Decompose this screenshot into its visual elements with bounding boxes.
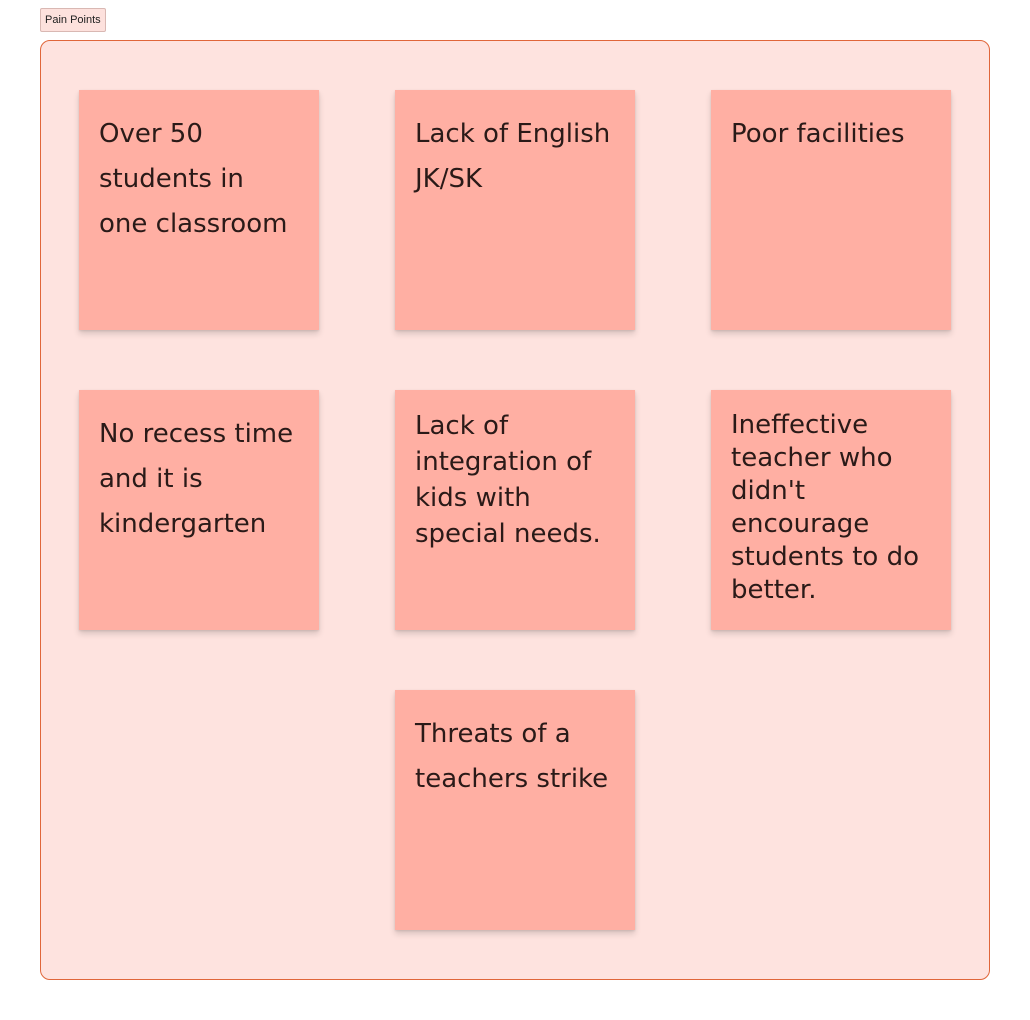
sticky-note-text: No recess time and it is kindergarten	[99, 419, 294, 539]
sticky-note[interactable]: Over 50 students in one classroom	[79, 90, 319, 330]
sticky-note[interactable]: Poor facilities	[711, 90, 951, 330]
sticky-note-text: Over 50 students in one classroom	[99, 119, 288, 239]
sticky-note[interactable]: Lack of integration of kids with special…	[395, 390, 635, 630]
frame-title-label[interactable]: Pain Points	[40, 8, 106, 32]
sticky-note-text: Ineffective teacher who didn't encourage…	[731, 410, 919, 605]
sticky-note[interactable]: Lack of English JK/SK	[395, 90, 635, 330]
sticky-note-text: Lack of integration of kids with special…	[415, 411, 601, 549]
sticky-note-text: Lack of English JK/SK	[415, 119, 611, 194]
pain-points-frame[interactable]: Over 50 students in one classroom Lack o…	[40, 40, 990, 980]
sticky-note[interactable]: No recess time and it is kindergarten	[79, 390, 319, 630]
sticky-note-text: Threats of a teachers strike	[415, 719, 609, 794]
sticky-note-text: Poor facilities	[731, 119, 905, 149]
sticky-note[interactable]: Ineffective teacher who didn't encourage…	[711, 390, 951, 630]
sticky-note[interactable]: Threats of a teachers strike	[395, 690, 635, 930]
